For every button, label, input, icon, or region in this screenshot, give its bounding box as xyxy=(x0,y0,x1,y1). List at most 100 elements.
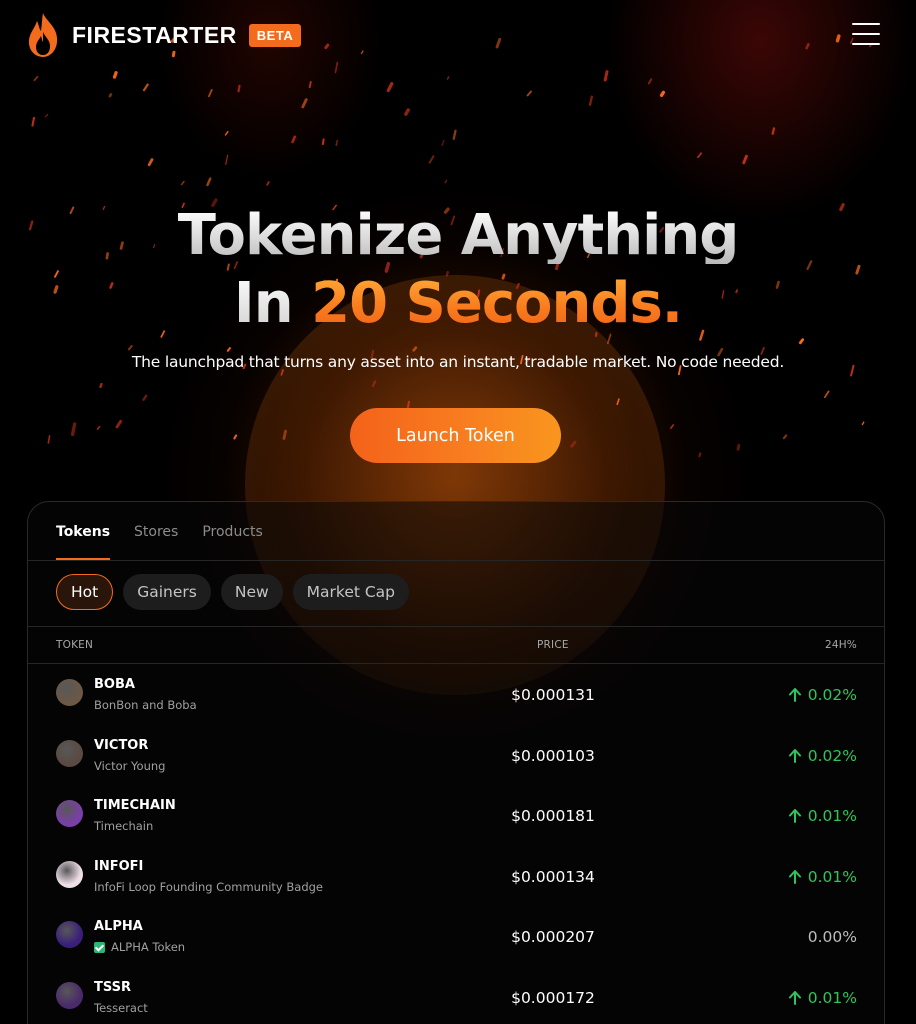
ember-spark xyxy=(334,61,339,74)
token-symbol: INFOFI xyxy=(94,858,144,874)
tab-stores[interactable]: Stores xyxy=(134,524,178,560)
ember-spark xyxy=(335,139,339,147)
ember-spark xyxy=(160,330,166,338)
ember-spark xyxy=(266,181,270,186)
token-change: 0.02% xyxy=(788,686,857,704)
filter-hot[interactable]: Hot xyxy=(56,574,114,610)
ember-spark xyxy=(224,130,229,136)
ember-spark xyxy=(647,78,653,85)
token-price: $0.000172 xyxy=(511,988,595,1007)
token-avatar xyxy=(56,800,83,828)
ember-spark xyxy=(233,434,238,440)
token-price: $0.000134 xyxy=(511,867,595,886)
ember-spark xyxy=(308,81,312,89)
ember-spark xyxy=(736,443,741,451)
ember-spark xyxy=(855,264,861,275)
ember-spark xyxy=(452,129,457,140)
ember-spark xyxy=(99,382,103,389)
ember-spark xyxy=(360,50,364,55)
token-avatar xyxy=(56,981,83,1009)
filter-gainers[interactable]: Gainers xyxy=(123,574,211,610)
ember-spark xyxy=(237,84,241,93)
ember-spark xyxy=(570,440,577,448)
ember-spark xyxy=(447,76,450,80)
ember-spark xyxy=(404,108,410,116)
token-name-text: BonBon and Boba xyxy=(94,698,197,712)
filter-new[interactable]: New xyxy=(220,574,283,610)
ember-spark xyxy=(698,452,702,458)
ember-spark xyxy=(70,422,77,437)
token-price: $0.000207 xyxy=(511,928,595,947)
filters-divider xyxy=(28,626,884,627)
beta-badge: BETA xyxy=(248,23,302,47)
ember-spark xyxy=(699,329,705,341)
ember-spark xyxy=(670,424,674,430)
ember-spark xyxy=(616,398,620,406)
arrow-up-icon xyxy=(788,869,801,884)
brand-name[interactable]: FIRESTARTER xyxy=(72,22,237,49)
ember-spark xyxy=(805,43,810,50)
ember-spark xyxy=(798,338,805,345)
token-change: 0.02% xyxy=(788,746,857,765)
tab-tokens[interactable]: Tokens xyxy=(56,524,111,560)
token-name-text: Tesseract xyxy=(94,1000,148,1015)
ember-spark xyxy=(441,139,445,146)
ember-spark xyxy=(782,434,788,440)
column-header-24h[interactable]: 24H% xyxy=(825,639,857,651)
token-change-value: 0.01% xyxy=(807,988,857,1007)
ember-spark xyxy=(208,89,213,98)
ember-spark xyxy=(147,158,154,167)
site-header: FIRESTARTER BETA xyxy=(26,12,302,58)
token-symbol: TSSR xyxy=(94,979,132,995)
filter-market-cap[interactable]: Market Cap xyxy=(292,574,410,610)
token-change-value: 0.00% xyxy=(807,928,857,947)
ember-spark xyxy=(115,419,123,429)
ember-spark xyxy=(603,70,609,82)
token-name: InfoFi Loop Founding Community Badge xyxy=(94,880,323,894)
token-symbol: ALPHA xyxy=(94,919,143,935)
token-symbol: TIMECHAIN xyxy=(94,798,176,814)
ember-spark xyxy=(226,347,231,352)
token-row[interactable]: ALPHA ALPHA Token $0.000207 0.00% xyxy=(28,906,884,967)
hamburger-menu-icon[interactable] xyxy=(852,23,880,45)
ember-spark xyxy=(588,95,593,106)
token-row[interactable]: VICTOR Victor Young $0.000103 0.02% xyxy=(28,725,884,786)
ember-spark xyxy=(225,154,229,165)
tokens-panel: Tokens Stores Products Hot Gainers New Market… xyxy=(27,501,885,1024)
tab-products[interactable]: Products xyxy=(202,524,262,560)
token-name: Victor Young xyxy=(94,759,165,773)
token-change-value: 0.02% xyxy=(807,746,857,765)
ember-spark xyxy=(127,345,133,351)
arrow-up-icon xyxy=(788,748,801,763)
token-row[interactable]: TSSR Tesseract $0.000172 0.01% xyxy=(28,967,884,1024)
hero-title-accent: 20 Seconds. xyxy=(311,271,683,336)
token-row[interactable]: BOBA BonBon and Boba $0.000131 0.02% xyxy=(28,664,884,725)
token-change-value: 0.01% xyxy=(807,867,857,886)
hero-title-prefix: In xyxy=(233,271,312,336)
arrow-up-icon xyxy=(788,990,801,1005)
ember-spark xyxy=(824,390,830,399)
token-change-value: 0.02% xyxy=(807,686,857,704)
column-header-token[interactable]: TOKEN xyxy=(56,639,93,651)
verified-check-icon xyxy=(94,941,105,953)
flame-icon[interactable] xyxy=(26,12,60,58)
token-price: $0.000131 xyxy=(511,686,595,704)
column-header-price[interactable]: PRICE xyxy=(537,639,569,651)
token-row[interactable]: INFOFI InfoFi Loop Founding Community Bad… xyxy=(28,846,884,907)
token-name-text: InfoFi Loop Founding Community Badge xyxy=(94,879,324,894)
hero-title-line-1: Tokenize Anything xyxy=(0,208,916,264)
token-name-text: Timechain xyxy=(94,819,154,834)
launch-token-button[interactable]: Launch Token xyxy=(350,408,561,463)
token-change: 0.01% xyxy=(788,988,857,1007)
token-row[interactable]: TIMECHAIN Timechain $0.000181 0.01% xyxy=(28,785,884,846)
ember-spark xyxy=(142,83,149,92)
token-avatar xyxy=(56,739,83,767)
token-price: $0.000181 xyxy=(511,807,595,826)
ember-spark xyxy=(33,75,39,82)
ember-spark xyxy=(108,93,113,98)
filter-chips: Hot Gainers New Market Cap xyxy=(56,574,419,610)
ember-spark xyxy=(324,43,330,50)
ember-spark xyxy=(835,34,841,43)
ember-spark xyxy=(444,179,448,184)
ember-spark xyxy=(291,135,297,144)
